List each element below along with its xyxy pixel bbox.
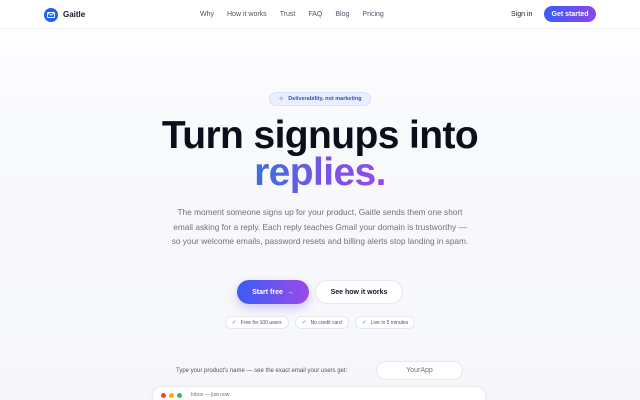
hero-subtitle: The moment someone signs up for your pro… [171,207,469,246]
window-close-dot [161,393,166,398]
feature-chip-label: Free for 100 users [240,319,282,326]
feature-chip: ✓ Free for 100 users [224,316,289,329]
nav-link-faq[interactable]: FAQ [308,9,322,21]
see-how-it-works-button[interactable]: See how it works [315,280,403,304]
nav-links: Why How it works Trust FAQ Blog Pricing [200,9,397,21]
brand[interactable]: Gaitle [44,7,85,22]
sparkle-icon: ✧ [278,95,285,103]
check-icon: ✓ [231,320,237,326]
feature-chip: ✓ Live in 5 minutes [354,316,416,329]
feature-chip: ✓ No credit card [294,316,349,329]
feature-chip-label: Live in 5 minutes [370,319,409,326]
feature-chips: ✓ Free for 100 users ✓ No credit card ✓ … [0,316,640,329]
sign-in-link[interactable]: Sign in [511,9,532,21]
nav-link-trust[interactable]: Trust [280,9,296,21]
nav-link-blog[interactable]: Blog [335,9,349,21]
top-nav: Gaitle Why How it works Trust FAQ Blog P… [0,0,640,29]
headline-accent-text: replies. [254,151,386,194]
mail-icon [44,7,58,22]
nav-link-how-it-works[interactable]: How it works [227,9,267,21]
window-minimize-dot [169,393,174,398]
start-free-label: Start free [252,288,283,296]
headline: Turn signups into [161,114,479,157]
check-icon: ✓ [361,320,367,326]
inbox-label: Inbox — just now [191,392,230,398]
start-free-button[interactable]: Start free → [237,280,309,304]
get-started-button[interactable]: Get started [544,6,596,22]
email-preview-window: Inbox — just now [152,386,486,400]
headline-accent: replies. [0,153,640,193]
window-maximize-dot [177,393,182,398]
arrow-right-icon: → [286,288,294,296]
tagline-pill-label: Deliverability, not marketing [288,96,362,102]
tagline-pill: ✧ Deliverability, not marketing [269,92,371,106]
nav-link-pricing[interactable]: Pricing [362,9,383,21]
check-icon: ✓ [301,320,307,326]
product-name-prompt: Type your product's name — see the exact… [176,368,348,374]
brand-name: Gaitle [63,10,86,19]
product-name-input[interactable] [376,361,463,380]
feature-chip-label: No credit card [310,319,342,326]
nav-link-why[interactable]: Why [200,9,214,21]
